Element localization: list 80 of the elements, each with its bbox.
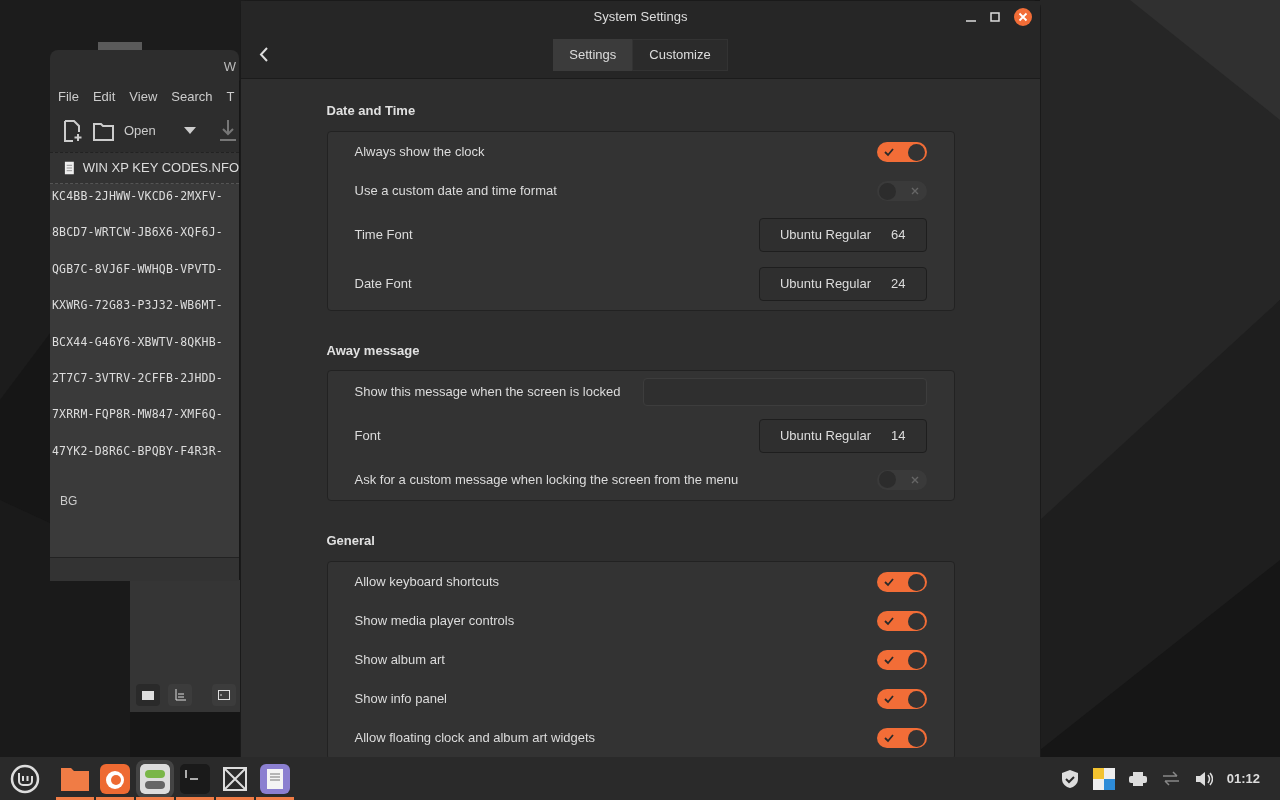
font-name: Ubuntu Regular bbox=[779, 426, 872, 445]
menu-item[interactable]: View bbox=[129, 87, 158, 107]
font-button[interactable]: Ubuntu Regular 24 bbox=[758, 267, 927, 301]
menu-item[interactable]: File bbox=[58, 87, 79, 107]
toggles-icon[interactable] bbox=[140, 763, 170, 794]
toggle-switch[interactable] bbox=[876, 689, 927, 709]
back-icon[interactable] bbox=[259, 47, 268, 62]
network-icon[interactable] bbox=[1160, 770, 1181, 787]
font-name: Ubuntu Regular bbox=[779, 275, 872, 294]
check-icon bbox=[883, 147, 894, 157]
cross-icon bbox=[910, 475, 919, 484]
menu-item[interactable]: Edit bbox=[92, 87, 116, 107]
printer-icon[interactable] bbox=[1128, 770, 1147, 787]
section-title: General bbox=[326, 532, 376, 550]
toggle-switch[interactable] bbox=[876, 142, 927, 162]
menu-item[interactable]: T bbox=[226, 87, 235, 107]
font-size: 14 bbox=[891, 426, 906, 445]
window-title: W bbox=[223, 58, 236, 77]
setting-label: Ask for a custom message when locking the screen from the menu bbox=[354, 470, 739, 489]
code-line: KXWRG-72G83-P3J32-WB6MT- bbox=[51, 297, 224, 315]
shield-icon[interactable] bbox=[1060, 768, 1079, 789]
browser-icon[interactable] bbox=[100, 763, 130, 794]
setting-label: Font bbox=[354, 426, 381, 445]
terminal-icon[interactable] bbox=[180, 763, 210, 794]
setting-label: Date Font bbox=[354, 275, 412, 294]
setting-label: Show info panel bbox=[354, 690, 447, 709]
toggle-switch[interactable] bbox=[876, 181, 927, 201]
setting-label: Allow keyboard shortcuts bbox=[354, 573, 499, 592]
setting-label: Always show the clock bbox=[354, 143, 485, 162]
check-icon bbox=[883, 616, 894, 626]
folder-icon bbox=[92, 120, 116, 142]
check-icon bbox=[883, 655, 894, 665]
check-icon bbox=[883, 577, 894, 587]
toggle-switch[interactable] bbox=[876, 728, 927, 748]
code-line: 2T7C7-3VTRV-2CFFB-2JHDD- bbox=[51, 369, 224, 387]
download-icon[interactable] bbox=[219, 120, 236, 142]
setting-label: Allow floating clock and album art widgets bbox=[354, 729, 596, 748]
font-name: Ubuntu Regular bbox=[779, 226, 872, 245]
section-title: Away message bbox=[326, 341, 421, 360]
toggle-switch[interactable] bbox=[876, 611, 927, 631]
setting-label: Show this message when the screen is locked bbox=[354, 382, 621, 401]
tiles-icon[interactable] bbox=[1092, 767, 1115, 790]
tree-icon[interactable] bbox=[168, 684, 192, 706]
code-line: QGB7C-8VJ6F-WWHQB-VPVTD- bbox=[51, 260, 224, 278]
toggle-switch[interactable] bbox=[876, 572, 927, 592]
font-size: 24 bbox=[891, 275, 906, 294]
menu-item[interactable]: Search bbox=[171, 87, 213, 107]
code-line: KC4BB-2JHWW-VKCD6-2MXFV- bbox=[51, 188, 224, 205]
tab[interactable]: Customize bbox=[632, 39, 728, 71]
window-title: System Settings bbox=[593, 8, 688, 27]
code-line: 47YK2-D8R6C-BPQBY-F4R3R- bbox=[51, 442, 224, 460]
tab[interactable]: Settings bbox=[553, 39, 633, 71]
folder-icon[interactable] bbox=[136, 684, 160, 706]
font-size: 64 bbox=[891, 226, 906, 245]
sidebar-icon[interactable] bbox=[212, 684, 236, 706]
setting-label: Show album art bbox=[354, 651, 445, 670]
toggle-switch[interactable] bbox=[876, 469, 927, 490]
check-icon bbox=[883, 733, 894, 743]
notes-icon[interactable] bbox=[260, 763, 290, 794]
toggle-switch[interactable] bbox=[876, 650, 927, 670]
document-icon bbox=[64, 160, 75, 176]
maximize-icon[interactable] bbox=[990, 12, 1000, 22]
menu-icon[interactable] bbox=[10, 763, 40, 794]
volume-icon[interactable] bbox=[1194, 770, 1213, 787]
open-button[interactable]: Open bbox=[92, 120, 156, 142]
caret-icon[interactable] bbox=[183, 127, 196, 135]
cross-icon bbox=[910, 187, 919, 195]
code-line: BCX44-G46Y6-XBWTV-8QKHB- bbox=[51, 333, 224, 351]
code-line: 7XRRM-FQP8R-MW847-XMF6Q- bbox=[51, 406, 224, 424]
check-icon bbox=[883, 694, 894, 704]
clock[interactable]: 01:12 bbox=[1226, 768, 1260, 789]
font-button[interactable]: Ubuntu Regular 14 bbox=[758, 418, 927, 453]
close-icon[interactable] bbox=[1014, 8, 1032, 26]
setting-label: Use a custom date and time format bbox=[354, 182, 557, 201]
setting-label: Time Font bbox=[354, 226, 413, 245]
code-line: 8BCD7-WRTCW-JB6X6-XQF6J- bbox=[51, 224, 224, 242]
setting-label: Show media player controls bbox=[354, 612, 515, 631]
section-title: Date and Time bbox=[326, 102, 417, 120]
text-line: BG bbox=[60, 493, 78, 511]
font-button[interactable]: Ubuntu Regular 64 bbox=[758, 218, 927, 252]
